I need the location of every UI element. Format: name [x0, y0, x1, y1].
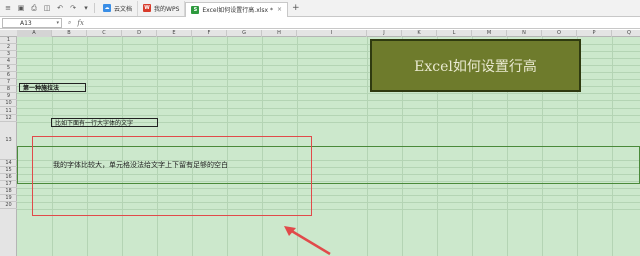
tab-label: 云文档: [114, 5, 133, 13]
row-header-14[interactable]: 14: [0, 160, 17, 167]
cell-reference: A13: [20, 19, 32, 27]
row-header-15[interactable]: 15: [0, 167, 17, 174]
zoom-icon[interactable]: ⌕: [68, 19, 71, 27]
wps-icon: W: [143, 4, 152, 12]
column-header-e[interactable]: E: [157, 30, 192, 37]
column-header-a[interactable]: A: [17, 30, 52, 37]
new-tab-button[interactable]: +: [292, 3, 300, 13]
row-header-17[interactable]: 17: [0, 181, 17, 188]
row-header-19[interactable]: 19: [0, 195, 17, 202]
column-header-q[interactable]: Q: [612, 30, 640, 37]
column-header-k[interactable]: K: [402, 30, 437, 37]
annotation-arrow-icon: [284, 226, 331, 256]
redo-icon[interactable]: ↷: [68, 3, 78, 13]
row-gridline: [17, 93, 640, 95]
name-box[interactable]: A13 ▾: [2, 17, 62, 28]
column-header-d[interactable]: D: [122, 30, 157, 37]
row-header-20[interactable]: 20: [0, 202, 17, 209]
tab-cloud-docs[interactable]: ☁ 云文档: [98, 0, 139, 16]
row-header-11[interactable]: 11: [0, 108, 17, 115]
row-header-12[interactable]: 12: [0, 115, 17, 122]
column-header-c[interactable]: C: [87, 30, 122, 37]
row-header: 1 2 3 4 5 6 7 8 9 10 11 12 13 14 15 16 17 18 19 20: [0, 37, 17, 256]
undo-icon[interactable]: ↶: [55, 3, 65, 13]
row-header-5[interactable]: 5: [0, 65, 17, 73]
close-tab-icon[interactable]: ×: [277, 6, 282, 13]
row-header-6[interactable]: 6: [0, 72, 17, 80]
chevron-down-icon[interactable]: ▾: [56, 19, 59, 28]
column-header-m[interactable]: M: [472, 30, 507, 37]
row-gridline: [17, 114, 640, 116]
row-gridline: [17, 107, 640, 109]
spreadsheet-icon: S: [191, 5, 200, 14]
row-header-13[interactable]: 13: [0, 122, 17, 160]
row-header-7[interactable]: 7: [0, 79, 17, 87]
row-header-10[interactable]: 10: [0, 100, 17, 108]
print-icon[interactable]: ⎙: [29, 3, 39, 13]
save-icon[interactable]: ▣: [16, 3, 26, 13]
formula-bar: A13 ▾ ⌕ fx: [0, 17, 640, 29]
column-header-i[interactable]: I: [297, 30, 367, 37]
example-cell[interactable]: 比如下面有一行大字体的文字: [51, 118, 158, 127]
tab-label: Excel如何设置行高.xlsx *: [202, 7, 273, 14]
column-header-h[interactable]: H: [262, 30, 297, 37]
preview-icon[interactable]: ◫: [42, 3, 52, 13]
method-cell[interactable]: 第一种施拉法: [19, 83, 86, 92]
column-header-l[interactable]: L: [437, 30, 472, 37]
column-header-p[interactable]: P: [577, 30, 612, 37]
column-header-b[interactable]: B: [52, 30, 87, 37]
dropdown-icon[interactable]: ▾: [81, 3, 91, 13]
column-header-o[interactable]: O: [542, 30, 577, 37]
column-header-j[interactable]: J: [367, 30, 402, 37]
row-header-2[interactable]: 2: [0, 44, 17, 52]
column-header-f[interactable]: F: [192, 30, 227, 37]
column-header-n[interactable]: N: [507, 30, 542, 37]
row-header-16[interactable]: 16: [0, 174, 17, 181]
row-header-9[interactable]: 9: [0, 93, 17, 101]
cloud-icon: ☁: [103, 4, 111, 12]
row-header-18[interactable]: 18: [0, 188, 17, 195]
row-header-8[interactable]: 8: [0, 86, 17, 94]
row-header-3[interactable]: 3: [0, 51, 17, 59]
column-header: ABCDEFGHIJKLMNOPQ: [0, 30, 640, 37]
function-icon[interactable]: fx: [77, 19, 84, 27]
tab-label: 我的WPS: [154, 5, 180, 13]
row-header-4[interactable]: 4: [0, 58, 17, 66]
tab-workbook[interactable]: S Excel如何设置行高.xlsx * ×: [185, 1, 289, 17]
column-header-g[interactable]: G: [227, 30, 262, 37]
row-header-1[interactable]: 1: [0, 37, 17, 45]
toolbar-divider: [94, 3, 95, 13]
row-gridline: [17, 100, 640, 102]
title-toolbar: ≡ ▣ ⎙ ◫ ↶ ↷ ▾ ☁ 云文档 W 我的WPS S Excel如何设置行…: [0, 0, 640, 17]
title-shape[interactable]: Excel如何设置行高: [370, 39, 581, 92]
tab-my-wps[interactable]: W 我的WPS: [138, 0, 186, 16]
annotation-box: [32, 136, 312, 216]
menu-icon[interactable]: ≡: [3, 3, 13, 13]
